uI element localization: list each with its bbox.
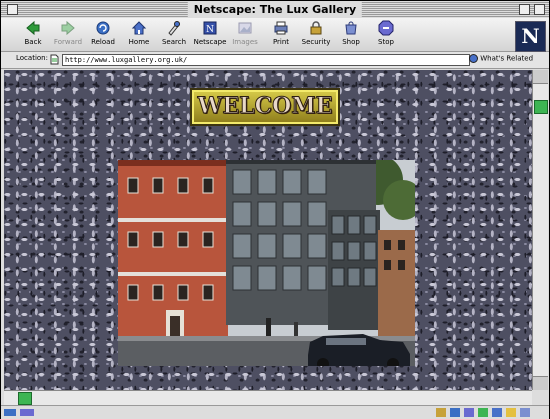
zoom-box[interactable] (519, 4, 530, 15)
whats-related-button[interactable]: What's Related (469, 54, 533, 63)
browser-window: Netscape: The Lux Gallery Back Forward R… (0, 0, 550, 419)
navigation-toolbar: Back Forward Reload Home Search N Netsca… (1, 18, 549, 52)
images-button[interactable]: Images (226, 20, 264, 50)
whats-related-label: What's Related (480, 54, 534, 63)
home-icon (131, 21, 147, 35)
forward-button[interactable]: Forward (49, 20, 87, 50)
security-label: Security (301, 38, 331, 46)
print-label: Print (272, 38, 290, 46)
images-icon (238, 22, 252, 34)
page-proxy-icon[interactable] (50, 54, 59, 65)
back-button[interactable]: Back (14, 20, 52, 50)
scroll-up-button[interactable] (533, 70, 548, 84)
page-content: WELCOME (4, 70, 532, 390)
stop-button[interactable]: Stop (367, 20, 405, 50)
svg-text:N: N (206, 25, 214, 35)
horizontal-scroll-thumb[interactable] (18, 392, 32, 405)
netscape-icon: N (203, 21, 217, 35)
print-icon (274, 21, 288, 35)
close-box[interactable] (7, 4, 18, 15)
component-bar-icons[interactable] (436, 407, 546, 418)
gallery-building-photo (118, 160, 415, 366)
title-bar[interactable]: Netscape: The Lux Gallery (1, 1, 549, 19)
reload-button[interactable]: Reload (84, 20, 122, 50)
back-label: Back (24, 38, 42, 46)
netscape-button[interactable]: N Netscape (191, 20, 229, 50)
stop-icon (378, 20, 394, 36)
forward-arrow-icon (61, 20, 75, 36)
forward-label: Forward (53, 38, 83, 46)
location-url-field[interactable]: http://www.luxgallery.org.uk/ (62, 54, 470, 66)
collapse-box[interactable] (534, 4, 545, 15)
shop-label: Shop (342, 38, 360, 46)
security-button[interactable]: Security (297, 20, 335, 50)
search-button[interactable]: Search (155, 20, 193, 50)
shop-button[interactable]: Shop (332, 20, 370, 50)
scroll-down-button[interactable] (533, 376, 548, 390)
vertical-scrollbar[interactable] (532, 70, 548, 390)
home-button[interactable]: Home (120, 20, 158, 50)
status-security-icon[interactable] (4, 408, 38, 417)
back-arrow-icon (26, 20, 40, 36)
welcome-banner: WELCOME (190, 88, 340, 126)
location-bar: Location: http://www.luxgallery.org.uk/ … (1, 52, 549, 69)
shop-icon (345, 21, 357, 35)
stop-label: Stop (378, 38, 394, 46)
netscape-label: Netscape (193, 38, 227, 46)
related-icon (469, 54, 478, 63)
window-title: Netscape: The Lux Gallery (187, 2, 363, 17)
netscape-logo[interactable]: N (515, 21, 546, 52)
print-button[interactable]: Print (262, 20, 300, 50)
reload-icon (96, 21, 110, 35)
search-label: Search (161, 38, 187, 46)
horizontal-scrollbar[interactable] (4, 390, 532, 405)
lock-icon (310, 21, 322, 35)
status-bar (1, 405, 549, 419)
vertical-scroll-thumb[interactable] (534, 100, 548, 114)
welcome-text: WELCOME (197, 93, 333, 120)
images-label: Images (232, 38, 258, 46)
location-label: Location: (16, 54, 48, 62)
search-icon (168, 21, 180, 36)
reload-label: Reload (91, 38, 115, 46)
home-label: Home (128, 38, 150, 46)
